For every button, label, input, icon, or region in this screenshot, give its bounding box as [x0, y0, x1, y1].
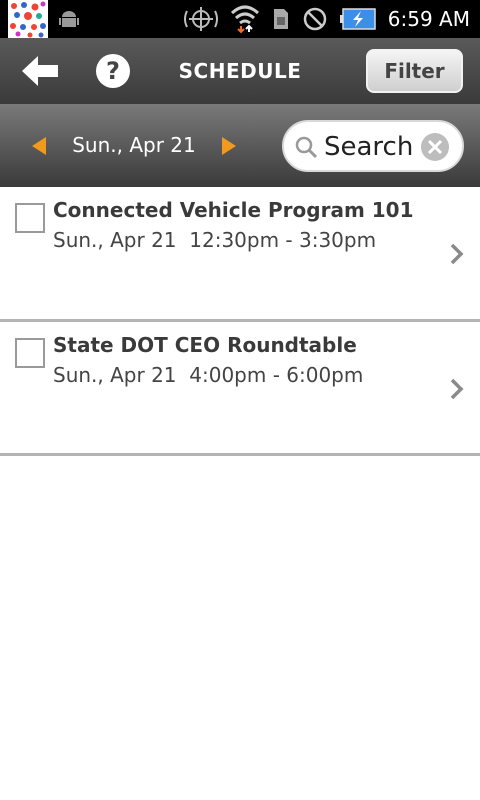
svg-text:?: ? [106, 57, 120, 85]
current-date-label: Sun., Apr 21 [72, 133, 196, 157]
search-input[interactable] [324, 130, 420, 164]
session-title: Connected Vehicle Program 101 [53, 198, 414, 222]
session-row[interactable]: Connected Vehicle Program 101 Sun., Apr … [0, 187, 480, 322]
session-checkbox[interactable] [15, 203, 45, 233]
session-time: 4:00pm - 6:00pm [189, 363, 364, 387]
page-title: SCHEDULE [178, 59, 302, 83]
battery-charging-icon [339, 8, 376, 30]
app-thumbnail-icon [8, 0, 48, 38]
gps-icon [183, 7, 218, 31]
search-box[interactable] [282, 120, 464, 172]
filter-button[interactable]: Filter [366, 49, 463, 93]
next-day-arrow-icon[interactable] [218, 134, 240, 158]
session-checkbox[interactable] [15, 338, 45, 368]
search-icon [295, 136, 318, 159]
clear-search-icon[interactable] [420, 132, 450, 162]
session-title: State DOT CEO Roundtable [53, 333, 357, 357]
blocked-icon [303, 7, 327, 31]
sim-icon [273, 9, 288, 29]
status-bar: 6:59 AM [0, 0, 480, 38]
session-list: Connected Vehicle Program 101 Sun., Apr … [0, 187, 480, 456]
previous-day-arrow-icon[interactable] [28, 134, 50, 158]
session-date: Sun., Apr 21 [53, 363, 177, 387]
title-bar: ? SCHEDULE Filter [0, 38, 480, 104]
help-icon[interactable]: ? [95, 53, 131, 89]
session-datetime: Sun., Apr 21 4:00pm - 6:00pm [53, 363, 363, 387]
back-arrow-icon[interactable] [18, 52, 62, 90]
session-row[interactable]: State DOT CEO Roundtable Sun., Apr 21 4:… [0, 322, 480, 456]
session-time: 12:30pm - 3:30pm [189, 228, 377, 252]
status-time: 6:59 AM [387, 7, 470, 31]
chevron-right-icon [450, 378, 464, 400]
android-debug-icon [59, 11, 79, 27]
wifi-icon [230, 5, 259, 34]
session-date: Sun., Apr 21 [53, 228, 177, 252]
date-bar: Sun., Apr 21 [0, 104, 480, 187]
chevron-right-icon [450, 243, 464, 265]
session-datetime: Sun., Apr 21 12:30pm - 3:30pm [53, 228, 376, 252]
